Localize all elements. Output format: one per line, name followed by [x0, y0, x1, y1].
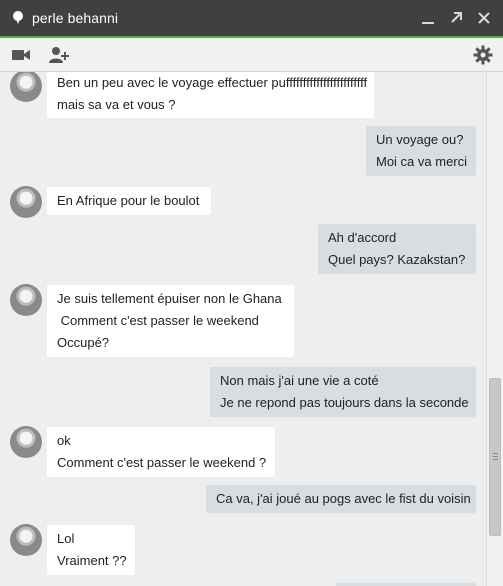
message-line: Quel pays? Kazakstan?	[328, 252, 466, 267]
message-bubble-incoming: Lol Vraiment ??	[47, 525, 135, 575]
message-line: Ben un peu avec le voyage effectuer puff…	[57, 75, 368, 90]
message-bubble-incoming: ok Comment c'est passer le weekend ?	[47, 427, 275, 477]
popout-icon[interactable]	[449, 11, 463, 25]
message-line: Je ne repond pas toujours dans la second…	[220, 395, 469, 410]
grip-icon	[493, 453, 498, 460]
message-line: Non mais j'ai une vie a coté	[220, 373, 379, 388]
chat-window-titlebar[interactable]: perle behanni	[0, 0, 503, 36]
message-bubble-outgoing: Non mais j'ai une vie a coté Je ne repon…	[210, 367, 476, 417]
message-line: Moi ca va merci	[376, 154, 468, 169]
message-line: ok	[57, 433, 71, 448]
message-line: Occupé?	[57, 335, 110, 350]
contact-avatar	[10, 186, 42, 218]
message-line: Vraiment ??	[57, 553, 127, 568]
contact-name[interactable]: perle behanni	[32, 10, 118, 26]
scrollbar-thumb[interactable]	[489, 378, 501, 536]
message-bubble-incoming: Je suis tellement épuiser non le Ghana C…	[47, 285, 294, 357]
message-line: Un voyage ou?	[376, 132, 464, 147]
contact-avatar	[10, 426, 42, 458]
message-bubble-incoming: En Afrique pour le boulot	[47, 187, 211, 215]
presence-pin-icon	[13, 11, 23, 25]
message-line: mais sa va et vous ?	[57, 97, 176, 112]
message-line: Comment c'est passer le weekend	[57, 313, 259, 328]
message-line: Je suis tellement épuiser non le Ghana	[57, 291, 282, 306]
message-bubble-outgoing: Ca va, j'ai joué au pogs avec le fist du…	[206, 485, 476, 513]
message-line: Comment c'est passer le weekend ?	[57, 455, 267, 470]
chat-scrollbar[interactable]	[486, 72, 503, 586]
contact-avatar	[10, 284, 42, 316]
message-bubble-outgoing: Un voyage ou? Moi ca va merci	[366, 126, 476, 176]
minimize-icon[interactable]	[421, 11, 435, 25]
message-line: Lol	[57, 531, 75, 546]
video-call-icon[interactable]	[10, 44, 32, 66]
contact-avatar	[10, 72, 42, 102]
message-bubble-incoming: Ben un peu avec le voyage effectuer puff…	[47, 72, 374, 118]
chat-toolbar	[0, 38, 503, 72]
message-line: Ca va, j'ai joué au pogs avec le fist du…	[216, 491, 471, 506]
contact-avatar	[10, 524, 42, 556]
message-line: Ah d'accord	[328, 230, 397, 245]
settings-gear-icon[interactable]	[472, 44, 494, 66]
message-bubble-outgoing: Ah d'accord Quel pays? Kazakstan?	[318, 224, 476, 274]
message-list[interactable]: Ben un peu avec le voyage effectuer puff…	[0, 72, 486, 586]
close-icon[interactable]	[477, 11, 491, 25]
add-person-icon[interactable]	[48, 44, 70, 66]
message-line: En Afrique pour le boulot	[57, 193, 200, 208]
